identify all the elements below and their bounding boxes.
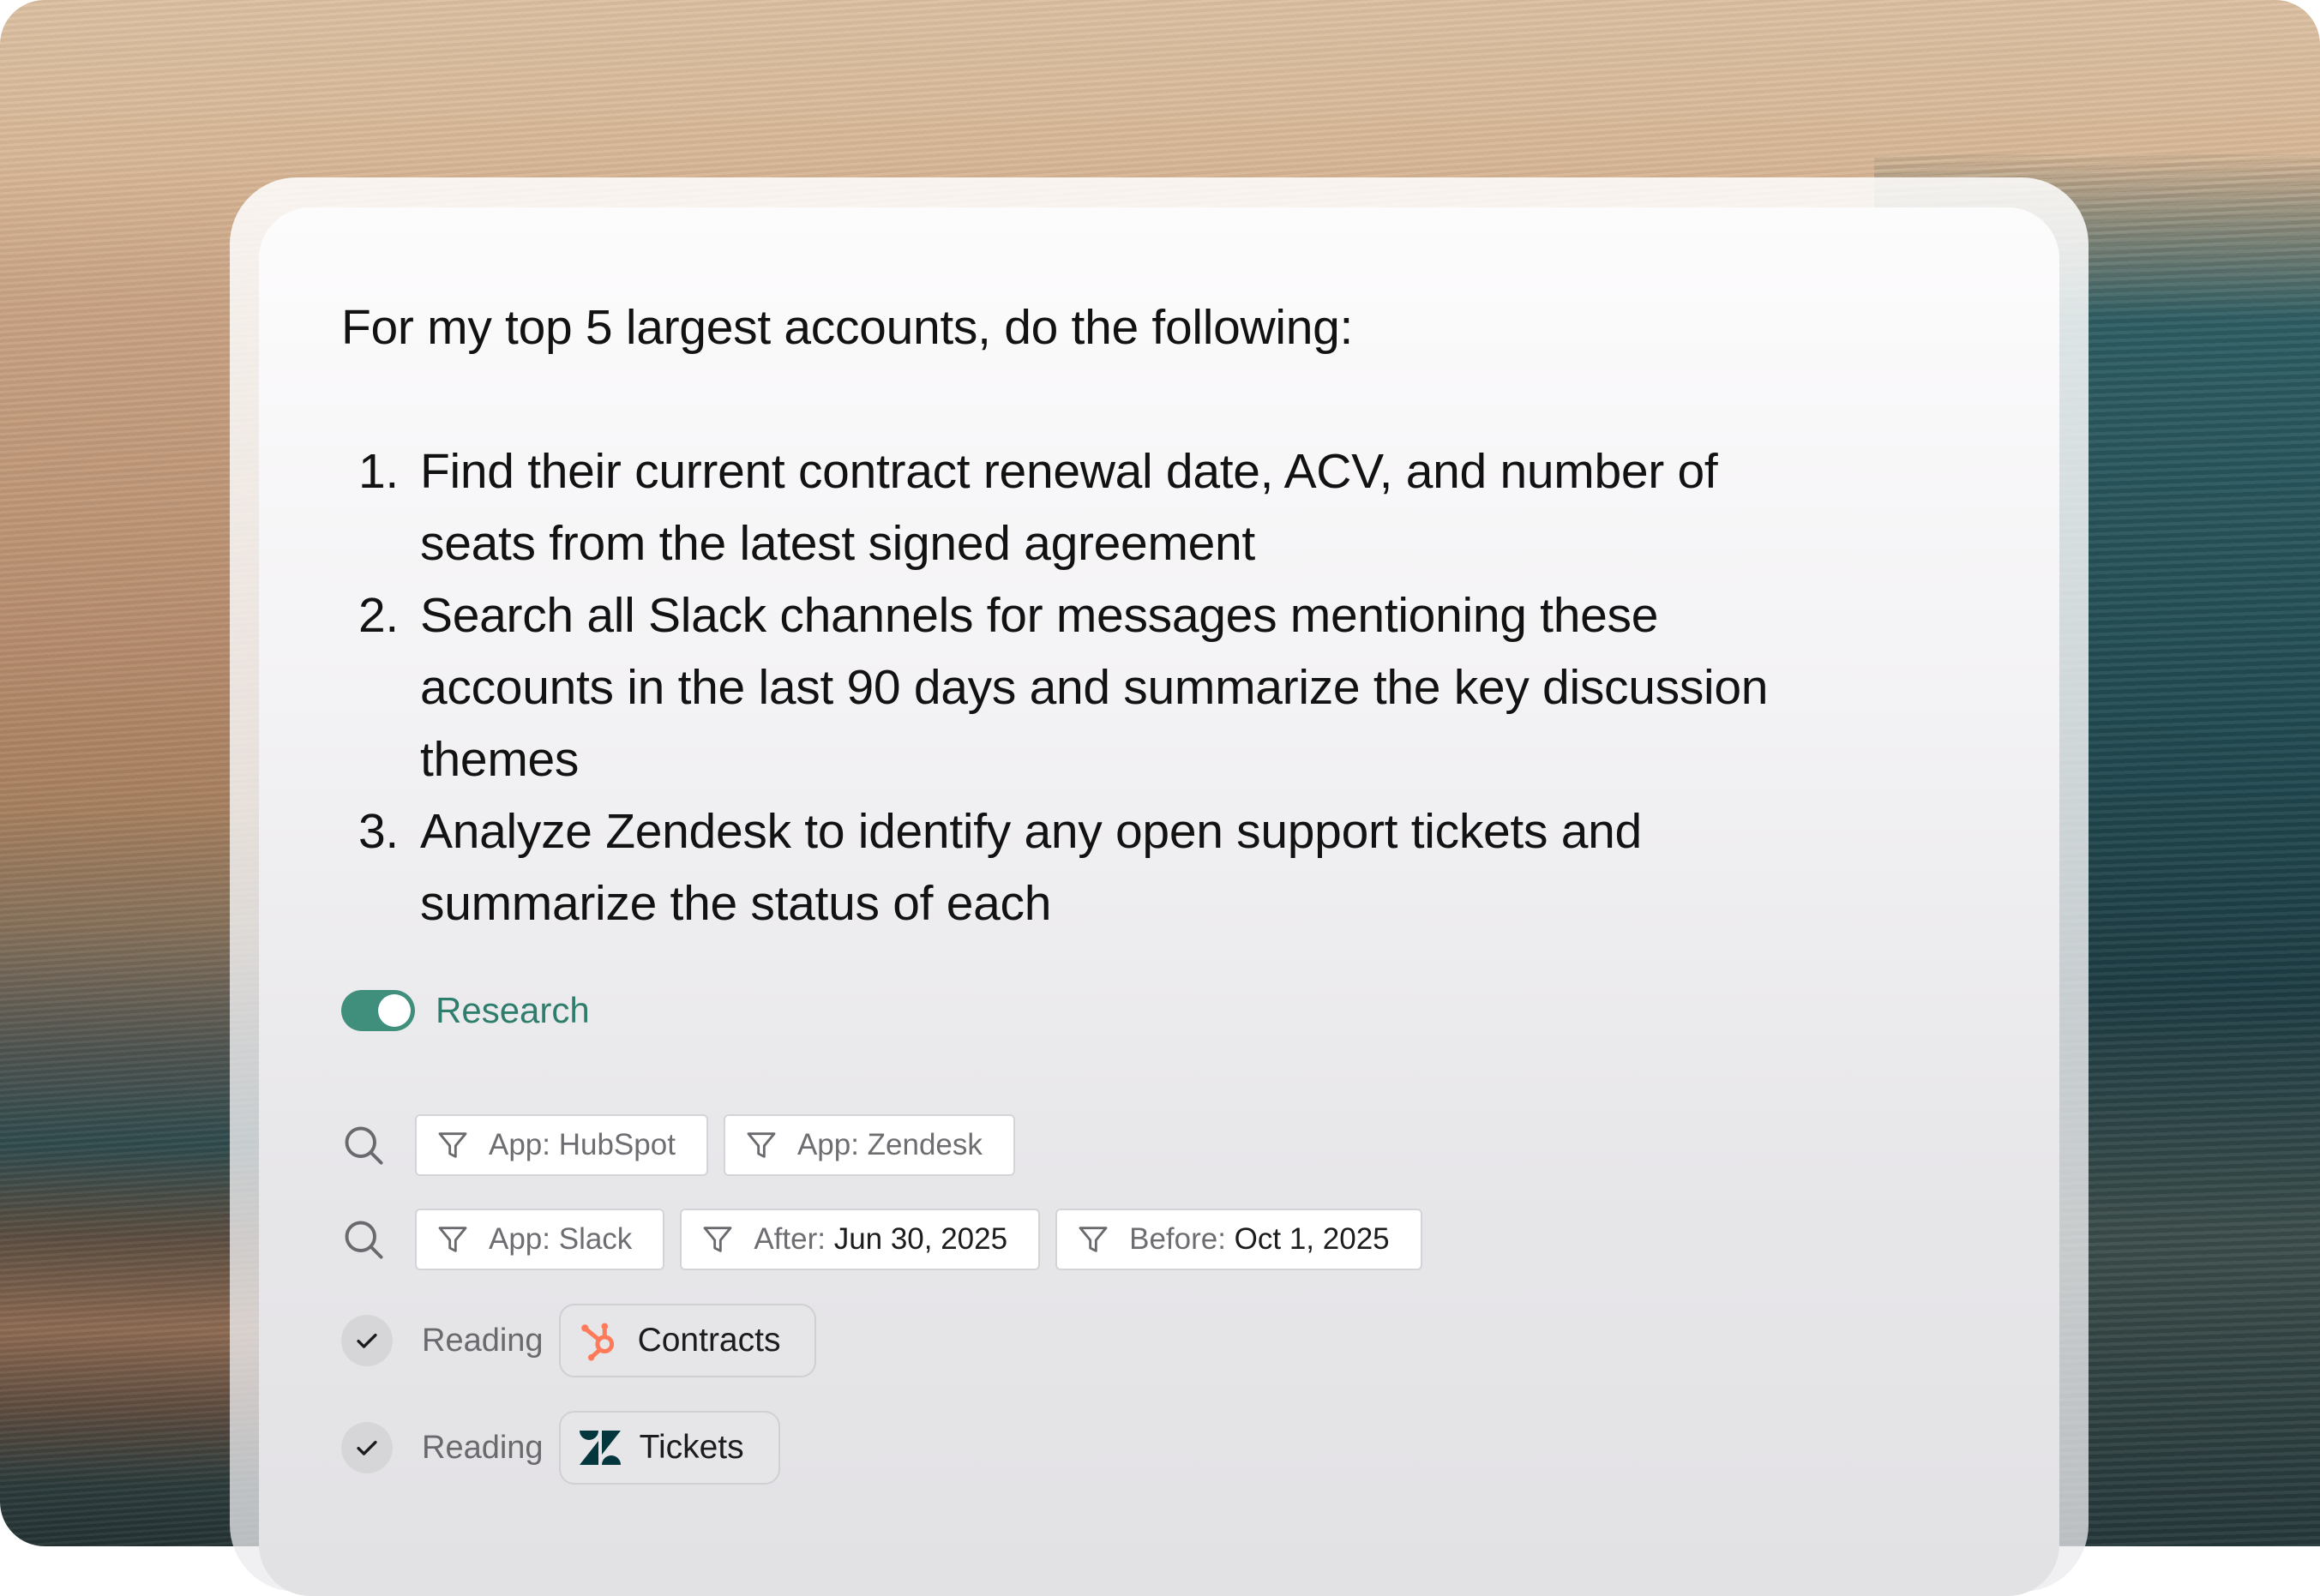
step-text-line: Analyze Zendesk to identify any open sup… xyxy=(420,804,1642,859)
filter-chip-slack[interactable]: App: Slack xyxy=(415,1209,665,1270)
filter-value: Jun 30, 2025 xyxy=(833,1222,1008,1256)
reading-step: Reading Tickets xyxy=(341,1411,780,1485)
filter-key: App: Slack xyxy=(489,1222,633,1256)
filter-key: Before: xyxy=(1129,1222,1235,1256)
filter-value: Oct 1, 2025 xyxy=(1234,1222,1390,1256)
step-text-line: accounts in the last 90 days and summari… xyxy=(420,660,1769,715)
step-number: 2. xyxy=(358,588,399,643)
step-text-line: themes xyxy=(420,732,580,787)
source-name: Tickets xyxy=(639,1429,744,1466)
check-icon xyxy=(341,1315,393,1366)
reading-step: Reading Contracts xyxy=(341,1304,817,1377)
search-icon xyxy=(345,1126,383,1165)
check-icon xyxy=(341,1422,393,1473)
source-chip-contracts[interactable]: Contracts xyxy=(558,1304,817,1377)
search-step: App: Slack After: Jun 30, 2025 Before: O… xyxy=(341,1209,1438,1270)
prompt-step: 1. Find their current contract renewal d… xyxy=(341,435,1970,579)
filter-chip-hubspot[interactable]: App: HubSpot xyxy=(415,1114,708,1176)
filter-icon xyxy=(438,1132,467,1158)
step-text-line: seats from the latest signed agreement xyxy=(420,516,1255,571)
step-text-line: summarize the status of each xyxy=(420,876,1052,931)
filter-icon xyxy=(438,1227,467,1252)
prompt-step: 3. Analyze Zendesk to identify any open … xyxy=(341,795,1970,939)
reading-status: Reading xyxy=(422,1429,544,1466)
prompt-step: 2. Search all Slack channels for message… xyxy=(341,579,1970,795)
zendesk-icon xyxy=(579,1431,621,1465)
research-toggle[interactable] xyxy=(341,990,415,1031)
filter-key: App: HubSpot xyxy=(489,1128,676,1161)
research-control: Research xyxy=(341,988,590,1033)
filter-key: After: xyxy=(754,1222,834,1256)
filter-chip-after[interactable]: After: Jun 30, 2025 xyxy=(680,1209,1041,1270)
filter-chip-before[interactable]: Before: Oct 1, 2025 xyxy=(1055,1209,1422,1270)
filter-chip-zendesk[interactable]: App: Zendesk xyxy=(723,1114,1015,1176)
user-prompt: For my top 5 largest accounts, do the fo… xyxy=(341,291,1970,939)
source-chip-tickets[interactable]: Tickets xyxy=(558,1411,780,1485)
source-name: Contracts xyxy=(637,1322,781,1359)
research-label: Research xyxy=(436,990,590,1030)
search-icon xyxy=(345,1221,383,1259)
step-text-line: Find their current contract renewal date… xyxy=(420,444,1718,499)
search-step: App: HubSpot App: Zendesk xyxy=(341,1114,1031,1176)
reading-status: Reading xyxy=(422,1322,544,1359)
toggle-knob xyxy=(378,994,411,1027)
step-number: 3. xyxy=(358,804,399,859)
filter-key: App: Zendesk xyxy=(796,1128,983,1161)
filter-icon xyxy=(1079,1227,1108,1252)
step-text-line: Search all Slack channels for messages m… xyxy=(420,588,1659,643)
hubspot-icon xyxy=(580,1323,614,1361)
step-number: 1. xyxy=(358,444,399,499)
filter-icon xyxy=(703,1227,732,1252)
prompt-intro: For my top 5 largest accounts, do the fo… xyxy=(341,300,1354,355)
prompt-step-list: 1. Find their current contract renewal d… xyxy=(341,435,1970,939)
filter-icon xyxy=(747,1132,776,1158)
